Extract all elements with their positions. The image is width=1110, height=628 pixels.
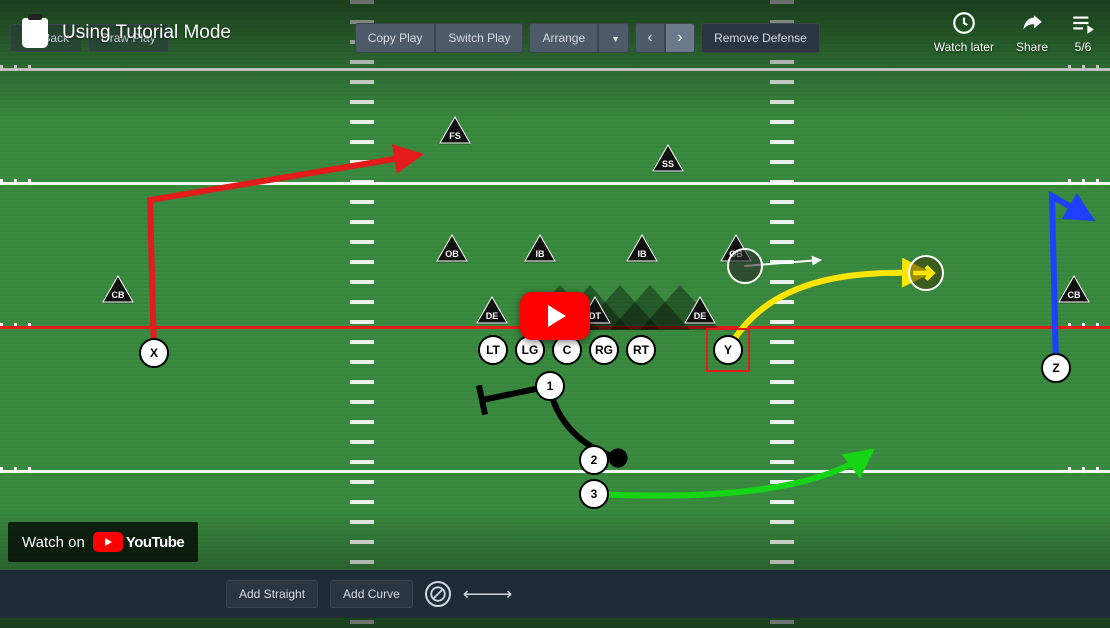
youtube-wordmark: YouTube	[126, 534, 184, 551]
remove-defense-button[interactable]: Remove Defense	[701, 23, 820, 53]
defense-player-ib2[interactable]: IB	[625, 233, 659, 263]
svg-text:SS: SS	[662, 159, 674, 169]
svg-text:IB: IB	[536, 249, 546, 259]
offense-player-2[interactable]: 2	[579, 445, 609, 475]
arrange-label: Arrange	[542, 31, 585, 45]
watch-later-button[interactable]: Watch later	[934, 10, 994, 54]
offense-player-rg[interactable]: RG	[589, 335, 619, 365]
clipboard-icon	[22, 18, 48, 48]
switch-play-button[interactable]: Switch Play	[435, 23, 523, 53]
defense-player-de2[interactable]: DE	[683, 295, 717, 325]
add-straight-button[interactable]: Add Straight	[226, 580, 318, 608]
app-bottom-toolbar: Add Straight Add Curve ⟵⟶	[0, 570, 1110, 618]
share-button[interactable]: Share	[1016, 10, 1048, 54]
video-title-bar[interactable]: Using Tutorial Mode	[22, 18, 231, 48]
route-endpoint-marker[interactable]	[908, 255, 944, 291]
youtube-logo: YouTube	[93, 532, 184, 552]
defense-player-ob1[interactable]: OB	[435, 233, 469, 263]
offense-player-x[interactable]: X	[139, 338, 169, 368]
selection-box	[706, 328, 750, 372]
playlist-icon	[1070, 10, 1096, 36]
svg-text:FS: FS	[449, 131, 461, 141]
svg-text:DT: DT	[589, 311, 601, 321]
arrange-dropdown-caret[interactable]: ▼	[598, 23, 629, 53]
ball-marker[interactable]	[727, 248, 763, 284]
offense-player-lt[interactable]: LT	[478, 335, 508, 365]
svg-text:DE: DE	[486, 311, 499, 321]
play-button[interactable]	[520, 292, 590, 340]
clock-icon	[951, 10, 977, 36]
watch-on-youtube-button[interactable]: Watch on YouTube	[8, 522, 198, 562]
video-top-right-controls: Watch later Share 5/6	[934, 10, 1096, 54]
defense-player-cb2[interactable]: CB	[1057, 274, 1091, 304]
offense-player-1[interactable]: 1	[535, 371, 565, 401]
defense-player-cb1[interactable]: CB	[101, 274, 135, 304]
watch-later-label: Watch later	[934, 40, 994, 54]
no-entry-icon[interactable]	[425, 581, 451, 607]
copy-play-button[interactable]: Copy Play	[355, 23, 436, 53]
chevron-right-icon: ›	[677, 29, 682, 46]
svg-text:OB: OB	[445, 249, 459, 259]
add-curve-button[interactable]: Add Curve	[330, 580, 413, 608]
defense-player-ib1[interactable]: IB	[523, 233, 557, 263]
playlist-menu-button[interactable]: 5/6	[1070, 10, 1096, 54]
share-icon	[1019, 10, 1045, 36]
youtube-play-icon	[93, 532, 123, 552]
next-play-button[interactable]: ›	[665, 23, 695, 53]
prev-play-button[interactable]: ‹	[635, 23, 665, 53]
offense-player-3[interactable]: 3	[579, 479, 609, 509]
video-frame: CBDEDTDTDEOBIBIBOBFSSSCB XLTLGCRGRTY123Z…	[0, 0, 1110, 628]
defense-player-de1[interactable]: DE	[475, 295, 509, 325]
chevron-left-icon: ‹	[647, 29, 652, 46]
offense-player-z[interactable]: Z	[1041, 353, 1071, 383]
playlist-position: 5/6	[1075, 40, 1092, 54]
watch-on-label: Watch on	[22, 534, 85, 551]
svg-text:DE: DE	[694, 311, 707, 321]
defense-player-ss[interactable]: SS	[651, 143, 685, 173]
video-title: Using Tutorial Mode	[62, 22, 231, 44]
share-label: Share	[1016, 40, 1048, 54]
svg-text:CB: CB	[112, 290, 125, 300]
swap-direction-icon[interactable]: ⟵⟶	[463, 584, 511, 605]
offense-player-rt[interactable]: RT	[626, 335, 656, 365]
svg-text:CB: CB	[1068, 290, 1081, 300]
arrange-button[interactable]: Arrange	[529, 23, 598, 53]
svg-text:IB: IB	[638, 249, 648, 259]
